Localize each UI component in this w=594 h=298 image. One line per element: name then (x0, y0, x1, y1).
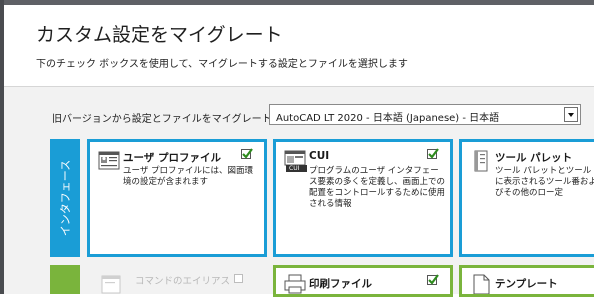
card-tool-palette[interactable]: ツール パレット ツール パレットとツールトに表示されるツール番およびその他のロ… (459, 139, 594, 257)
card-command-alias[interactable]: コマンドのエイリアス (87, 265, 267, 294)
card-cui-title: CUI (309, 150, 330, 162)
dialog-title: カスタム設定をマイグレート (36, 24, 283, 46)
template-icon (470, 274, 492, 296)
card-tool-palette-title: ツール パレット (495, 152, 573, 164)
card-plot-files[interactable]: 印刷ファイル (273, 265, 453, 297)
tool-palette-icon (470, 150, 492, 172)
card-plot-files-checkbox[interactable] (427, 274, 439, 285)
category-interface-bar: インタフェース (50, 139, 80, 257)
checkmark-icon (428, 274, 439, 285)
dialog-subtitle: 下のチェック ボックスを使用して、マイグレートする設定とファイルを選択します (36, 59, 408, 70)
card-plot-files-title: 印刷ファイル (309, 278, 372, 290)
card-template-title: テンプレート (495, 278, 558, 290)
category-interface-label: インタフェース (59, 159, 72, 237)
card-user-profile[interactable]: ユーザ プロファイル ユーザ プロファイルには、図面環境の設定が含まれます (87, 139, 267, 257)
checkmark-icon (428, 148, 439, 159)
version-selector-value: AutoCAD LT 2020 - 日本語 (Japanese) - 日本語 (276, 113, 500, 124)
user-profile-icon (98, 150, 120, 172)
card-cui-checkbox[interactable] (427, 148, 439, 159)
card-command-alias-title: コマンドのエイリアス (135, 276, 231, 287)
plotter-icon (284, 274, 306, 296)
version-selector-dropdown[interactable]: AutoCAD LT 2020 - 日本語 (Japanese) - 日本語 (269, 104, 581, 125)
card-command-alias-checkbox[interactable] (234, 274, 243, 283)
card-tool-palette-desc: ツール パレットとツールトに表示されるツール番およびその他のロー定 (495, 166, 594, 198)
card-user-profile-title: ユーザ プロファイル (123, 152, 221, 164)
version-selector-label: 旧バージョンから設定とファイルをマイグレート: (52, 114, 275, 125)
cui-icon: CUI (284, 150, 307, 172)
card-template[interactable]: テンプレート (459, 265, 594, 297)
card-cui-desc: プログラムのユーザ インタフェース要素の多くを定義し、画面上での配置をコントロー… (309, 166, 446, 209)
category-green-bar (50, 265, 80, 294)
cui-icon-text: CUI (289, 165, 300, 172)
checkmark-icon (242, 148, 253, 159)
card-user-profile-desc: ユーザ プロファイルには、図面環境の設定が含まれます (123, 166, 254, 187)
command-alias-icon (101, 275, 121, 294)
card-cui[interactable]: CUI CUI プログラムのユーザ インタフェース要素の多くを定義し、画面上での… (273, 139, 453, 257)
chevron-down-icon[interactable] (564, 107, 578, 122)
card-user-profile-checkbox[interactable] (241, 148, 253, 159)
